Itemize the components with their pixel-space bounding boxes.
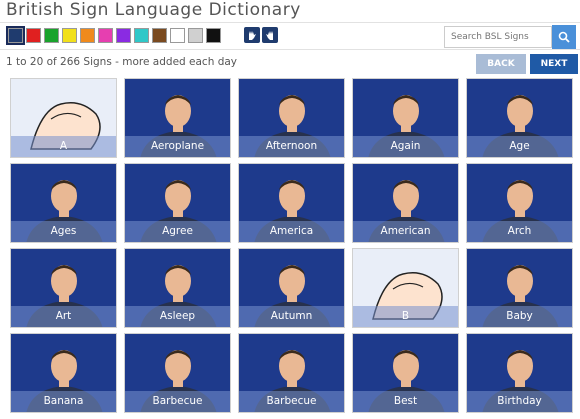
sign-tile[interactable]: Banana <box>10 333 117 413</box>
sign-label: American <box>353 221 458 242</box>
search-input[interactable] <box>444 26 552 48</box>
sign-label: Baby <box>467 306 572 327</box>
sign-tile[interactable]: A <box>10 78 117 158</box>
sign-label: Barbecue <box>239 391 344 412</box>
sign-label: Ages <box>11 221 116 242</box>
sign-tile[interactable]: Baby <box>466 248 573 328</box>
result-count: 1 to 20 of 266 Signs - more added each d… <box>6 56 238 68</box>
sign-tile[interactable]: Agree <box>124 163 231 243</box>
sign-label: B <box>353 306 458 327</box>
hand-toggle-group <box>244 27 278 43</box>
sign-tile[interactable]: Asleep <box>124 248 231 328</box>
sign-tile[interactable]: Again <box>352 78 459 158</box>
sign-tile[interactable]: Ages <box>10 163 117 243</box>
colour-swatch[interactable] <box>26 28 41 43</box>
colour-swatch[interactable] <box>206 28 221 43</box>
colour-swatch[interactable] <box>98 28 113 43</box>
colour-swatch[interactable] <box>116 28 131 43</box>
back-button[interactable]: BACK <box>476 54 526 74</box>
sign-label: A <box>11 136 116 157</box>
sign-label: Autumn <box>239 306 344 327</box>
sign-tile[interactable]: B <box>352 248 459 328</box>
sign-label: Age <box>467 136 572 157</box>
sign-tile[interactable]: Arch <box>466 163 573 243</box>
left-hand-icon[interactable] <box>262 27 278 43</box>
sign-label: Asleep <box>125 306 230 327</box>
sign-label: Arch <box>467 221 572 242</box>
sign-label: Barbecue <box>125 391 230 412</box>
sign-label: Again <box>353 136 458 157</box>
colour-swatch[interactable] <box>62 28 77 43</box>
colour-swatch[interactable] <box>134 28 149 43</box>
sign-tile[interactable]: American <box>352 163 459 243</box>
search-icon <box>558 31 570 43</box>
sign-tile[interactable]: Barbecue <box>238 333 345 413</box>
sign-tile[interactable]: Autumn <box>238 248 345 328</box>
sign-label: Agree <box>125 221 230 242</box>
right-hand-icon[interactable] <box>244 27 260 43</box>
sign-label: Best <box>353 391 458 412</box>
sign-tile[interactable]: America <box>238 163 345 243</box>
colour-swatch[interactable] <box>152 28 167 43</box>
colour-swatch[interactable] <box>188 28 203 43</box>
sign-label: America <box>239 221 344 242</box>
sign-label: Aeroplane <box>125 136 230 157</box>
colour-swatch[interactable] <box>170 28 185 43</box>
sign-tile[interactable]: Age <box>466 78 573 158</box>
sign-tile[interactable]: Aeroplane <box>124 78 231 158</box>
search-button[interactable] <box>552 25 576 49</box>
colour-swatches <box>6 26 221 45</box>
sign-tile[interactable]: Barbecue <box>124 333 231 413</box>
sign-label: Art <box>11 306 116 327</box>
sign-tile[interactable]: Afternoon <box>238 78 345 158</box>
colour-swatch[interactable] <box>80 28 95 43</box>
page-title: British Sign Language Dictionary <box>6 0 301 20</box>
sign-label: Birthday <box>467 391 572 412</box>
next-button[interactable]: NEXT <box>530 54 578 74</box>
colour-swatch[interactable] <box>6 26 25 45</box>
sign-tile[interactable]: Best <box>352 333 459 413</box>
sign-label: Banana <box>11 391 116 412</box>
sign-label: Afternoon <box>239 136 344 157</box>
sign-tile[interactable]: Art <box>10 248 117 328</box>
colour-swatch[interactable] <box>44 28 59 43</box>
sign-tile[interactable]: Birthday <box>466 333 573 413</box>
